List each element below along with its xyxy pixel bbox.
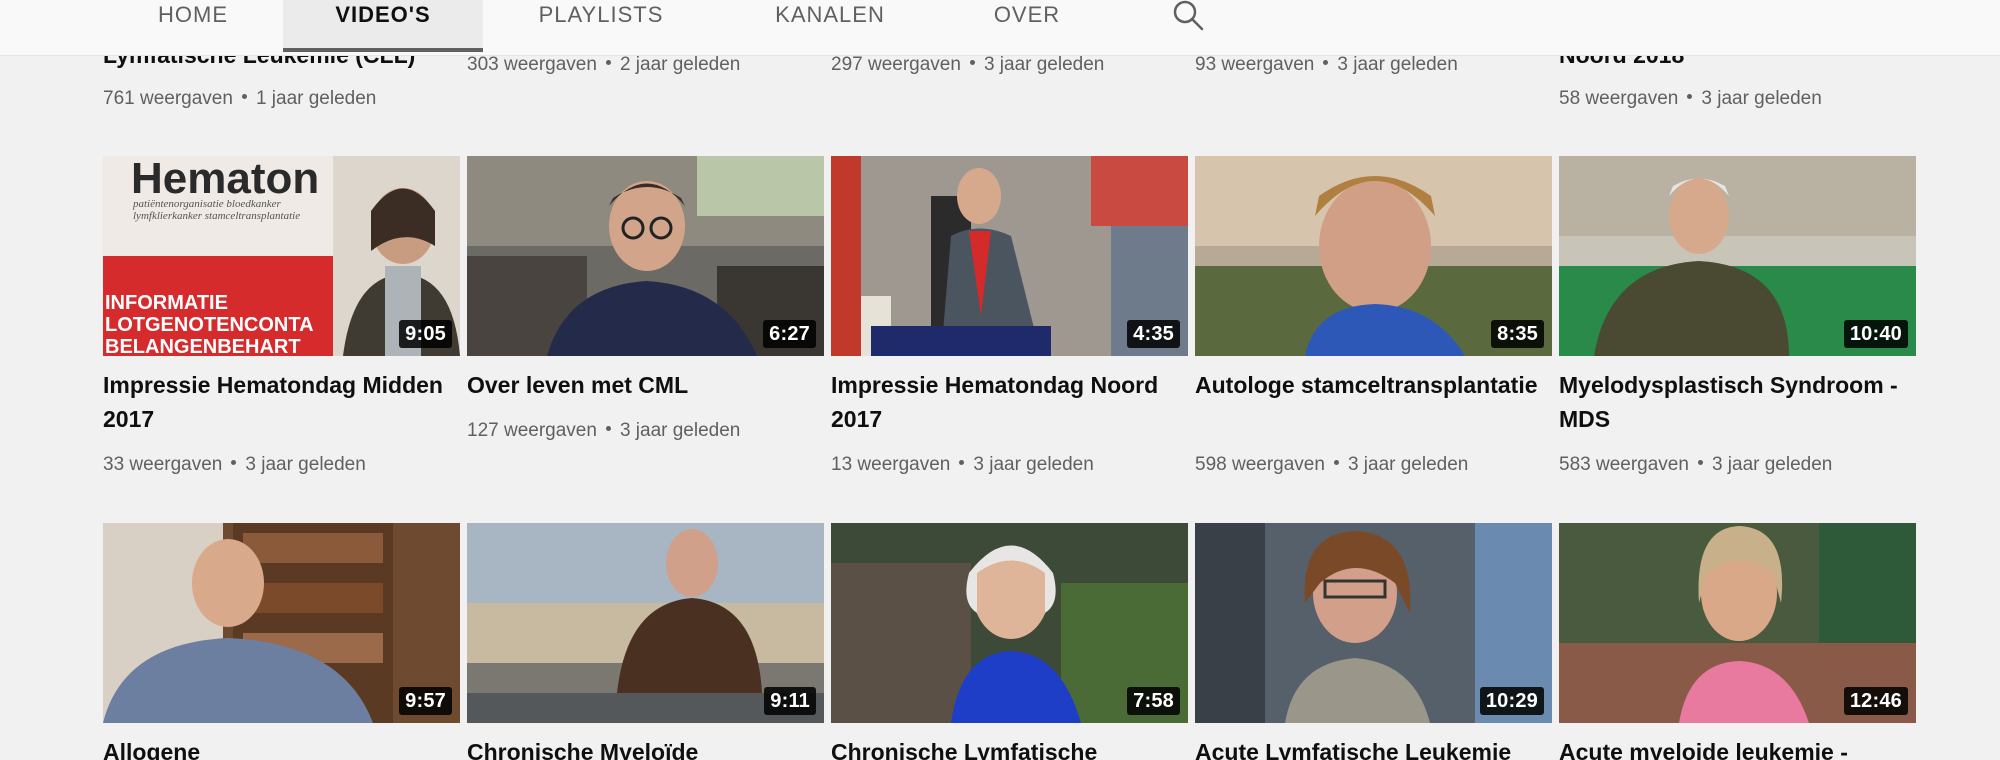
upload-age: 3 jaar geleden bbox=[1347, 454, 1469, 475]
video-meta: 127 weergaven 3 jaar geleden bbox=[467, 420, 740, 442]
video-meta: 583 weergaven 3 jaar geleden bbox=[1559, 454, 1832, 476]
video-duration-badge: 9:05 bbox=[399, 320, 452, 348]
tab-channels[interactable]: KANALEN bbox=[760, 0, 900, 52]
video-title[interactable]: Over leven met CML bbox=[467, 368, 824, 402]
video-duration-badge: 10:40 bbox=[1843, 320, 1908, 348]
upload-age: 3 jaar geleden bbox=[619, 420, 741, 441]
view-count: 13 weergaven bbox=[831, 454, 951, 475]
video-thumbnail[interactable]: 9:57 bbox=[103, 523, 460, 723]
video-title[interactable]: Chronische Myeloïde bbox=[467, 735, 824, 760]
view-count: 93 weergaven bbox=[1195, 54, 1315, 75]
video-duration-badge: 4:35 bbox=[1127, 320, 1180, 348]
video-meta: 303 weergaven 2 jaar geleden bbox=[467, 54, 740, 76]
upload-age: 3 jaar geleden bbox=[1711, 454, 1833, 475]
video-thumbnail[interactable]: 6:27 bbox=[467, 156, 824, 356]
thumbnail-overlay-text: INFORMATIE bbox=[105, 292, 228, 314]
video-title[interactable]: Chronische Lymfatische bbox=[831, 735, 1188, 760]
video-meta: 761 weergaven 1 jaar geleden bbox=[103, 88, 376, 110]
thumbnail-overlay-text: Hematon bbox=[131, 156, 320, 203]
video-title[interactable]: Impressie Hematondag Midden 2017 bbox=[103, 368, 460, 436]
video-title[interactable]: Myelodysplastisch Syndroom - MDS bbox=[1559, 368, 1916, 436]
video-meta: 93 weergaven 3 jaar geleden bbox=[1195, 54, 1458, 76]
separator-dot bbox=[1687, 94, 1693, 100]
view-count: 583 weergaven bbox=[1559, 454, 1689, 475]
video-duration-badge: 9:57 bbox=[399, 687, 452, 715]
upload-age: 3 jaar geleden bbox=[1701, 88, 1822, 109]
separator-dot bbox=[969, 60, 975, 66]
upload-age: 3 jaar geleden bbox=[983, 54, 1105, 75]
upload-age: 3 jaar geleden bbox=[245, 454, 366, 475]
video-thumbnail[interactable]: 9:11 bbox=[467, 523, 824, 723]
view-count: 33 weergaven bbox=[103, 454, 223, 475]
video-thumbnail[interactable]: 8:35 bbox=[1195, 156, 1552, 356]
upload-age: 2 jaar geleden bbox=[619, 54, 741, 75]
search-icon[interactable] bbox=[1170, 0, 1206, 32]
video-title[interactable]: Acute Lymfatische Leukemie bbox=[1195, 735, 1552, 760]
video-duration-badge: 12:46 bbox=[1843, 687, 1908, 715]
video-thumbnail[interactable]: 4:35 bbox=[831, 156, 1188, 356]
separator-dot bbox=[605, 60, 611, 66]
video-title[interactable]: Autologe stamceltransplantatie bbox=[1195, 368, 1552, 402]
separator-dot bbox=[231, 460, 237, 466]
upload-age: 1 jaar geleden bbox=[255, 88, 377, 109]
video-thumbnail[interactable]: 7:58 bbox=[831, 523, 1188, 723]
separator-dot bbox=[959, 460, 965, 466]
view-count: 58 weergaven bbox=[1559, 88, 1679, 109]
video-thumbnail[interactable]: 10:40 bbox=[1559, 156, 1916, 356]
thumbnail-overlay-text: lymfklierkanker stamceltransplantatie bbox=[133, 210, 301, 222]
separator-dot bbox=[605, 426, 611, 432]
channel-tab-bar: HOME VIDEO'S PLAYLISTS KANALEN OVER bbox=[0, 0, 2000, 56]
tab-videos[interactable]: VIDEO'S bbox=[283, 0, 483, 52]
video-meta: 297 weergaven 3 jaar geleden bbox=[831, 54, 1104, 76]
view-count: 761 weergaven bbox=[103, 88, 233, 109]
video-duration-badge: 6:27 bbox=[763, 320, 816, 348]
video-meta: 33 weergaven 3 jaar geleden bbox=[103, 454, 366, 476]
video-duration-badge: 9:11 bbox=[764, 687, 816, 715]
video-thumbnail[interactable]: 10:29 bbox=[1195, 523, 1552, 723]
separator-dot bbox=[1697, 460, 1703, 466]
video-thumbnail[interactable]: 12:46 bbox=[1559, 523, 1916, 723]
video-duration-badge: 10:29 bbox=[1479, 687, 1544, 715]
thumbnail-overlay-text: patiëntenorganisatie bloedkanker bbox=[133, 198, 281, 210]
video-thumbnail[interactable]: Hematon patiëntenorganisatie bloedkanker… bbox=[103, 156, 460, 356]
thumbnail-overlay-text: LOTGENOTENCONTA bbox=[105, 314, 314, 336]
video-title[interactable]: Allogene bbox=[103, 735, 460, 760]
separator-dot bbox=[1333, 460, 1339, 466]
video-meta: 13 weergaven 3 jaar geleden bbox=[831, 454, 1094, 476]
tab-about[interactable]: OVER bbox=[980, 0, 1074, 52]
video-duration-badge: 8:35 bbox=[1491, 320, 1544, 348]
view-count: 297 weergaven bbox=[831, 54, 961, 75]
video-duration-badge: 7:58 bbox=[1127, 687, 1180, 715]
video-title[interactable]: Impressie Hematondag Noord 2017 bbox=[831, 368, 1188, 436]
video-title[interactable]: Acute myeloide leukemie - bbox=[1559, 735, 1916, 760]
view-count: 598 weergaven bbox=[1195, 454, 1325, 475]
thumbnail-overlay-text: BELANGENBEHART bbox=[105, 336, 301, 356]
separator-dot bbox=[1323, 60, 1329, 66]
video-meta: 598 weergaven 3 jaar geleden bbox=[1195, 454, 1468, 476]
tab-home[interactable]: HOME bbox=[137, 0, 249, 52]
video-meta: 58 weergaven 3 jaar geleden bbox=[1559, 88, 1822, 110]
upload-age: 3 jaar geleden bbox=[1337, 54, 1458, 75]
view-count: 303 weergaven bbox=[467, 54, 597, 75]
upload-age: 3 jaar geleden bbox=[973, 454, 1094, 475]
tab-playlists[interactable]: PLAYLISTS bbox=[516, 0, 686, 52]
separator-dot bbox=[241, 94, 247, 100]
view-count: 127 weergaven bbox=[467, 420, 597, 441]
